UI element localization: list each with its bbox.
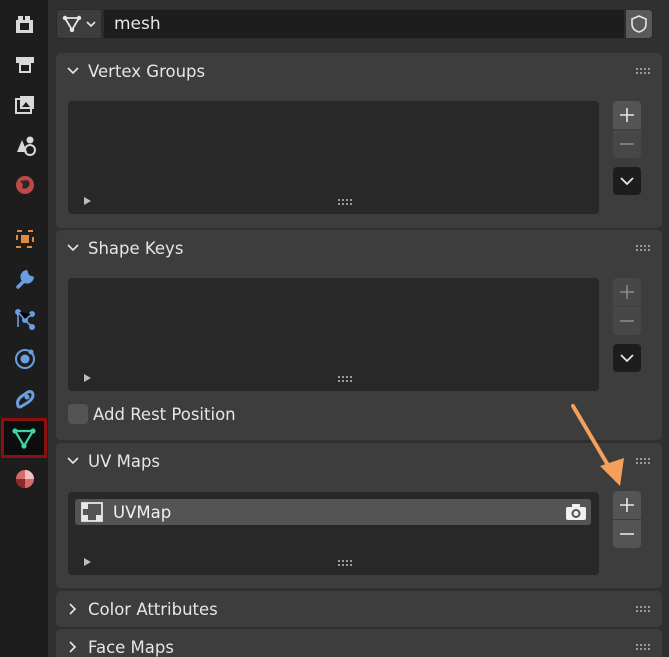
- mesh-data-tab[interactable]: [1, 418, 47, 458]
- chevron-down-icon: [67, 457, 79, 465]
- properties-editor: mesh Vertex Groups Shape Keys Add Rest P…: [48, 0, 669, 657]
- list-resize-grip-icon[interactable]: [338, 376, 354, 382]
- chevron-right-icon: [69, 641, 77, 653]
- camera-icon[interactable]: [565, 502, 587, 522]
- list-resize-grip-icon[interactable]: [338, 199, 354, 205]
- color-attributes-header[interactable]: Color Attributes: [56, 591, 662, 627]
- add-vertex-group-button[interactable]: [613, 101, 641, 129]
- remove-vertex-group-button[interactable]: [613, 130, 641, 158]
- chevron-down-icon: [620, 177, 634, 186]
- checkbox-label: Add Rest Position: [93, 404, 236, 424]
- remove-shape-key-button[interactable]: [613, 307, 641, 335]
- minus-icon: [620, 143, 634, 145]
- constraints-icon[interactable]: [8, 382, 42, 416]
- uv-map-item[interactable]: UVMap: [75, 499, 591, 525]
- expand-filter-icon[interactable]: [84, 374, 91, 382]
- add-rest-position-checkbox[interactable]: [68, 404, 88, 424]
- list-resize-grip-icon[interactable]: [338, 560, 354, 566]
- panel-title: Shape Keys: [88, 238, 184, 258]
- list-footer: [68, 192, 599, 214]
- minus-icon: [620, 320, 634, 322]
- uv-maps-panel: UV Maps UVMap: [56, 443, 662, 588]
- mesh-data-icon: [12, 428, 36, 449]
- remove-uv-map-button[interactable]: [613, 520, 641, 548]
- vertex-group-specials-button[interactable]: [613, 167, 641, 195]
- modifier-wrench-icon[interactable]: [8, 262, 42, 296]
- expand-filter-icon[interactable]: [84, 197, 91, 205]
- drag-grip-icon[interactable]: [636, 605, 652, 613]
- add-rest-position-row[interactable]: Add Rest Position: [68, 404, 236, 424]
- vertex-groups-list[interactable]: [68, 101, 599, 214]
- drag-grip-icon[interactable]: [636, 643, 652, 651]
- minus-icon: [620, 533, 634, 535]
- add-uv-map-button[interactable]: [613, 491, 641, 519]
- mesh-name-field[interactable]: mesh: [103, 9, 625, 39]
- chevron-down-icon: [620, 354, 634, 363]
- chevron-down-icon: [86, 21, 96, 28]
- fake-user-button[interactable]: [625, 9, 653, 39]
- color-attributes-panel: Color Attributes: [56, 591, 662, 627]
- panel-title: Face Maps: [88, 637, 174, 657]
- uv-map-icon: [81, 502, 103, 522]
- shield-icon: [631, 15, 647, 33]
- physics-icon[interactable]: [8, 342, 42, 376]
- face-maps-header[interactable]: Face Maps: [56, 629, 662, 657]
- chevron-down-icon: [67, 244, 79, 252]
- material-icon[interactable]: [8, 462, 42, 496]
- data-block-selector: mesh: [56, 9, 662, 39]
- face-maps-panel: Face Maps: [56, 629, 662, 657]
- chevron-down-icon: [67, 67, 79, 75]
- vertex-groups-header[interactable]: Vertex Groups: [56, 53, 662, 89]
- properties-tab-strip: [0, 0, 48, 657]
- vertex-groups-panel: Vertex Groups: [56, 53, 662, 228]
- drag-grip-icon[interactable]: [636, 244, 652, 252]
- mesh-data-icon: [62, 15, 82, 33]
- panel-title: UV Maps: [88, 451, 161, 471]
- add-shape-key-button[interactable]: [613, 278, 641, 306]
- view-layer-icon[interactable]: [8, 88, 42, 122]
- shape-keys-header[interactable]: Shape Keys: [56, 230, 662, 266]
- shape-keys-panel: Shape Keys Add Rest Position: [56, 230, 662, 440]
- plus-icon: [620, 285, 634, 299]
- uv-maps-header[interactable]: UV Maps: [56, 443, 662, 479]
- plus-icon: [620, 108, 634, 122]
- shape-key-specials-button[interactable]: [613, 344, 641, 372]
- world-icon[interactable]: [8, 168, 42, 202]
- particles-icon[interactable]: [8, 302, 42, 336]
- uv-map-name: UVMap: [113, 502, 172, 522]
- list-footer: [68, 553, 599, 575]
- drag-grip-icon[interactable]: [636, 67, 652, 75]
- plus-icon: [620, 498, 634, 512]
- render-icon[interactable]: [8, 8, 42, 42]
- list-footer: [68, 369, 599, 391]
- scene-icon[interactable]: [8, 128, 42, 162]
- panel-title: Vertex Groups: [88, 61, 206, 81]
- drag-grip-icon[interactable]: [636, 457, 652, 465]
- panel-title: Color Attributes: [88, 599, 218, 619]
- chevron-right-icon: [69, 603, 77, 615]
- shape-keys-list[interactable]: [68, 278, 599, 391]
- mesh-browse-button[interactable]: [56, 9, 102, 39]
- object-icon[interactable]: [8, 222, 42, 256]
- expand-filter-icon[interactable]: [84, 558, 91, 566]
- output-icon[interactable]: [8, 48, 42, 82]
- uv-maps-list[interactable]: UVMap: [68, 492, 599, 575]
